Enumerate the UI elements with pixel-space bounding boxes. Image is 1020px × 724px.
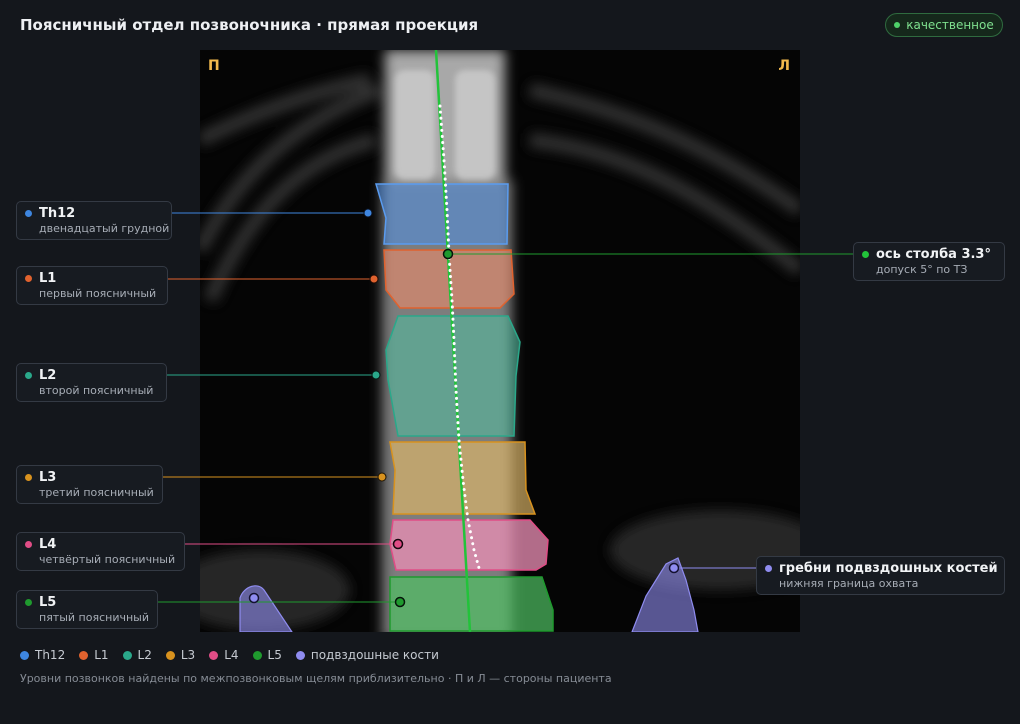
label-sub: первый поясничный (39, 287, 157, 300)
legend-label: L2 (137, 648, 152, 662)
legend-label: L4 (224, 648, 239, 662)
th12-legend-dot-icon (20, 650, 29, 660)
l5-dot-icon (25, 599, 32, 606)
l2-legend-dot-icon (122, 650, 132, 660)
label-sub: пятый поясничный (39, 611, 149, 624)
th12-dot-icon (25, 210, 32, 217)
footnote: Уровни позвонков найдены по межпозвонков… (20, 672, 612, 685)
l1-legend-dot-icon (79, 650, 89, 660)
iliac-label-sub: нижняя граница охвата (779, 577, 919, 590)
label-card-iliac-crests[interactable]: гребни подвздошных костей нижняя граница… (756, 556, 1005, 595)
iliac-dot-icon (765, 565, 772, 572)
xray-image (200, 50, 800, 632)
legend-label: Th12 (35, 648, 66, 662)
quality-badge-label: качественное (906, 18, 994, 32)
label-name: Th12 (39, 206, 76, 221)
label-card-th12[interactable]: Th12 двенадцатый грудной (16, 201, 172, 240)
label-card-l2[interactable]: L2 второй поясничный (16, 363, 167, 402)
axis-dot-icon (862, 251, 869, 258)
l4-legend-dot-icon (209, 650, 219, 660)
legend-item-iliac[interactable]: подвздошные кости (295, 648, 439, 662)
vertebra-l5[interactable] (389, 576, 554, 632)
page: Поясничный отдел позвоночника · прямая п… (0, 0, 1020, 724)
label-card-spine-axis[interactable]: ось столба 3.3° допуск 5° по ТЗ (853, 242, 1005, 281)
legend: Th12 L1 L2 L3 L4 L5 подвздошные кости (20, 648, 453, 662)
legend-item-th12[interactable]: Th12 (20, 648, 65, 662)
label-name: L4 (39, 537, 57, 552)
l2-dot-icon (25, 372, 32, 379)
label-name: L1 (39, 271, 57, 286)
axis-tolerance-label: допуск 5° по ТЗ (876, 263, 968, 276)
legend-item-l5[interactable]: L5 (252, 648, 282, 662)
legend-label: L1 (94, 648, 109, 662)
status-dot-icon (894, 22, 901, 28)
label-card-l1[interactable]: L1 первый поясничный (16, 266, 168, 305)
l3-dot-icon (25, 474, 32, 481)
page-title: Поясничный отдел позвоночника · прямая п… (20, 16, 479, 34)
iliac-label-name: гребни подвздошных костей (779, 561, 998, 576)
vertebra-th12[interactable] (374, 183, 509, 245)
label-card-l3[interactable]: L3 третий поясничный (16, 465, 163, 504)
label-name: L2 (39, 368, 57, 383)
vertebra-l4[interactable] (389, 519, 549, 571)
legend-label: L3 (180, 648, 196, 662)
l1-dot-icon (25, 275, 32, 282)
l3-legend-dot-icon (165, 650, 175, 660)
legend-item-l2[interactable]: L2 (122, 648, 152, 662)
l4-dot-icon (25, 541, 32, 548)
label-card-l4[interactable]: L4 четвёртый поясничный (16, 532, 185, 571)
label-sub: третий поясничный (39, 486, 154, 499)
xray-viewer[interactable]: П Л (200, 50, 800, 632)
label-sub: четвёртый поясничный (39, 553, 176, 566)
quality-badge: качественное (885, 13, 1003, 37)
label-sub: второй поясничный (39, 384, 154, 397)
legend-label: L5 (267, 648, 282, 662)
label-card-l5[interactable]: L5 пятый поясничный (16, 590, 158, 629)
patient-right-mark: П (208, 58, 220, 74)
axis-angle-label: ось столба 3.3° (876, 247, 991, 262)
legend-item-l4[interactable]: L4 (209, 648, 239, 662)
legend-label: подвздошные кости (310, 648, 439, 662)
label-name: L3 (39, 470, 57, 485)
label-sub: двенадцатый грудной (39, 222, 170, 235)
l5-legend-dot-icon (252, 650, 262, 660)
iliac-legend-dot-icon (295, 650, 305, 660)
legend-item-l3[interactable]: L3 (165, 648, 196, 662)
label-name: L5 (39, 595, 57, 610)
patient-left-mark: Л (778, 58, 790, 74)
legend-item-l1[interactable]: L1 (79, 648, 109, 662)
